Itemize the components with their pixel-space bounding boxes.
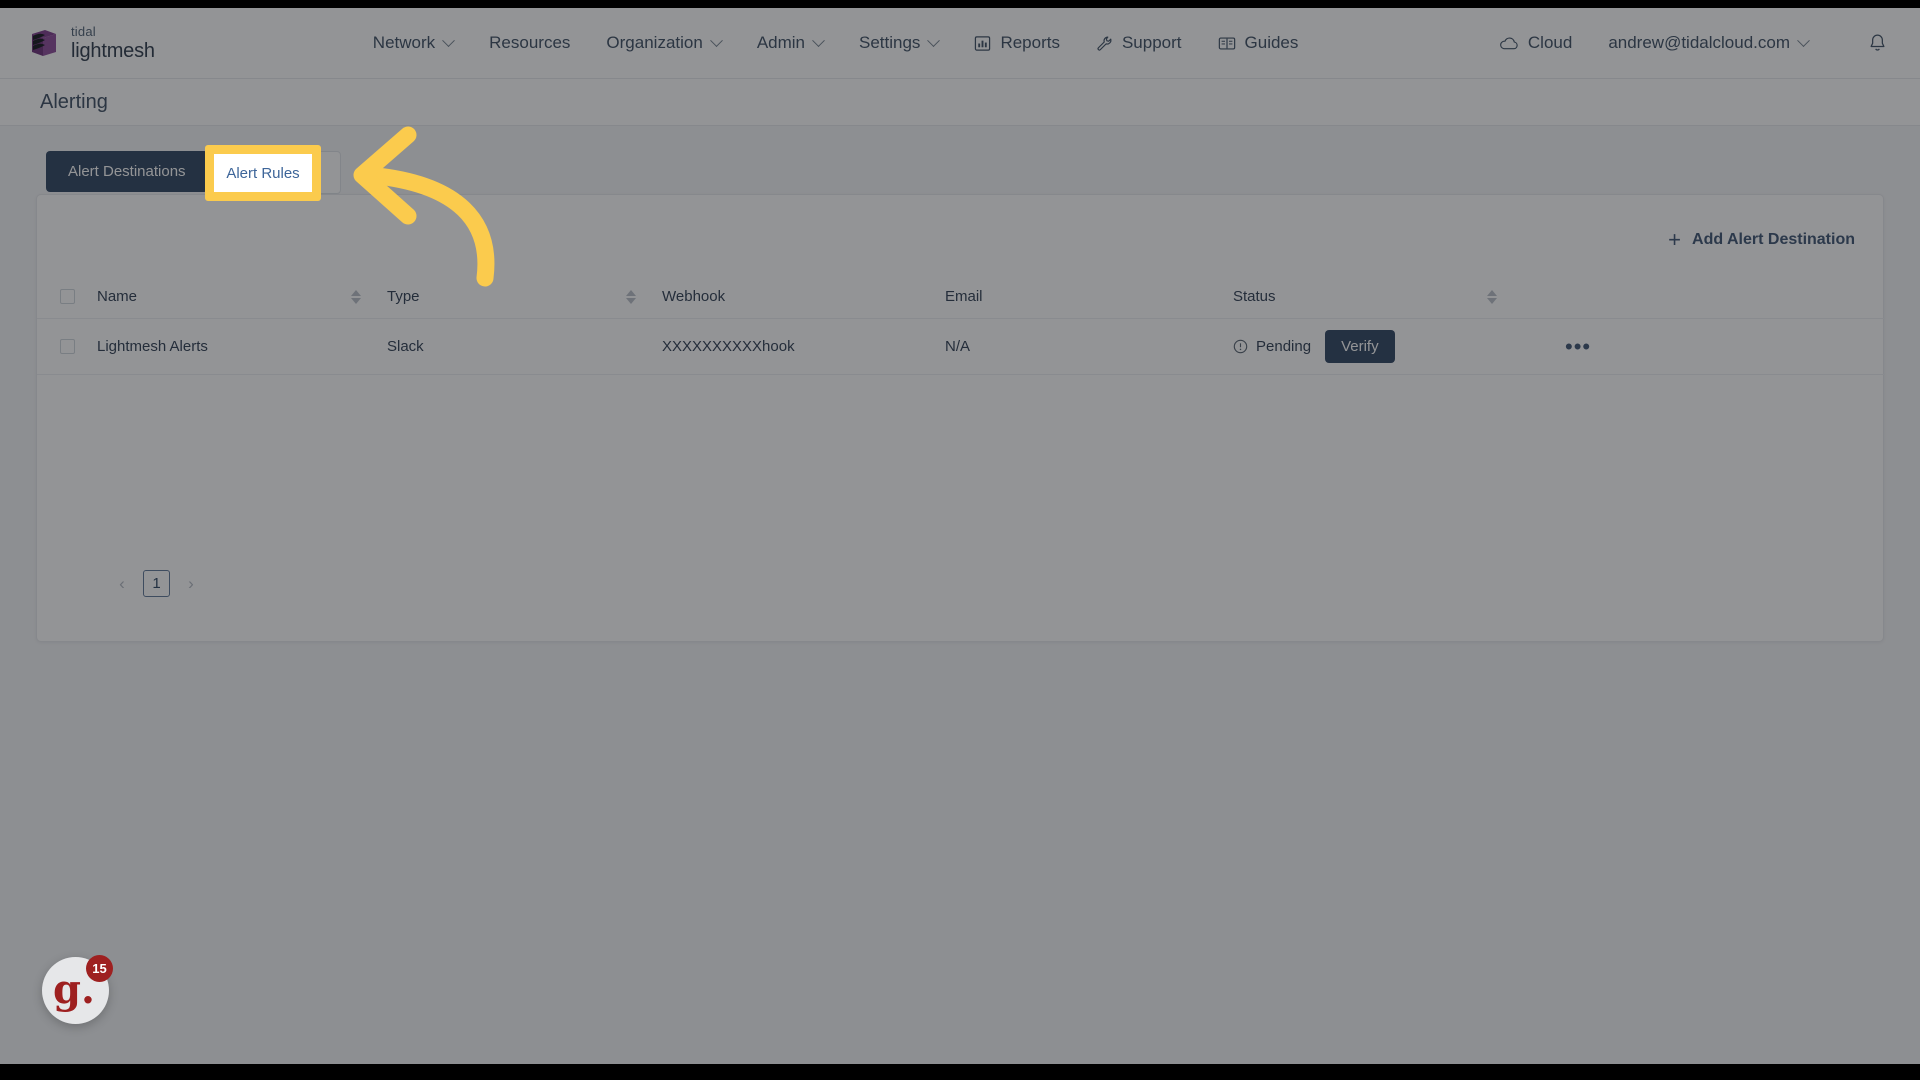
top-navigation-bar: tidal lightmesh Network Resources Organi…	[0, 8, 1920, 79]
sort-toggle-status[interactable]	[1487, 289, 1497, 304]
notifications-button[interactable]	[1860, 26, 1894, 60]
chevron-down-icon	[927, 33, 941, 47]
nav-item-admin[interactable]: Admin	[739, 27, 841, 59]
cloud-icon	[1499, 36, 1519, 51]
guidde-widget[interactable]: g. 15	[42, 955, 113, 1024]
chevron-down-icon	[812, 33, 825, 47]
sort-toggle-type[interactable]	[626, 289, 636, 304]
cell-email: N/A	[945, 338, 1233, 355]
value-type: Slack	[387, 338, 424, 355]
add-alert-destination-button[interactable]: + Add Alert Destination	[1668, 229, 1855, 251]
bell-icon	[1870, 34, 1884, 51]
value-name: Lightmesh Alerts	[97, 338, 208, 355]
nav-label-reports: Reports	[1000, 33, 1060, 52]
nav-item-support[interactable]: Support	[1078, 27, 1200, 59]
row-checkbox[interactable]	[59, 339, 75, 354]
column-label-webhook: Webhook	[662, 288, 726, 305]
nav-item-reports[interactable]: Reports	[956, 27, 1078, 59]
brand-name-top: tidal	[71, 24, 96, 39]
column-label-status: Status	[1233, 288, 1276, 305]
sort-desc-icon	[626, 297, 636, 304]
nav-label-cloud: Cloud	[1527, 33, 1573, 52]
app-viewport: tidal lightmesh Network Resources Organi…	[0, 8, 1920, 1064]
nav-item-guides[interactable]: Guides	[1200, 27, 1317, 59]
sort-desc-icon	[1487, 297, 1497, 304]
row-select-cell	[37, 339, 97, 354]
page-title-bar: Alerting	[0, 79, 1920, 126]
account-menu[interactable]: andrew@tidalcloud.com	[1590, 27, 1826, 59]
nav-item-resources[interactable]: Resources	[471, 27, 588, 59]
nav-label-network: Network	[372, 33, 436, 52]
highlighted-tab-alert-rules[interactable]: Alert Rules	[214, 154, 312, 192]
page-title: Alerting	[40, 90, 108, 113]
value-email: N/A	[945, 338, 971, 355]
chevron-down-icon	[1797, 33, 1810, 47]
column-label-name: Name	[97, 288, 138, 305]
column-header-type[interactable]: Type	[387, 288, 662, 305]
tab-label-alert-destinations: Alert Destinations	[68, 163, 186, 180]
add-alert-destination-label: Add Alert Destination	[1692, 231, 1855, 248]
page-content: Alert Destinations Alert Rules + Add Ale…	[0, 126, 1920, 1064]
guidde-badge-count: 15	[86, 955, 113, 982]
cell-type: Slack	[387, 338, 662, 355]
status-label: Pending	[1256, 338, 1312, 355]
book-icon	[1218, 35, 1236, 52]
stacked-layers-logo-icon	[32, 30, 56, 56]
nav-label-resources: Resources	[489, 33, 571, 52]
pagination-prev-button[interactable]: ‹	[109, 571, 135, 597]
column-header-email: Email	[945, 288, 1233, 305]
column-header-name[interactable]: Name	[97, 288, 387, 305]
pagination-next-button[interactable]: ›	[178, 571, 204, 597]
column-label-type: Type	[387, 288, 420, 305]
cell-name: Lightmesh Alerts	[97, 338, 387, 355]
ellipsis-icon[interactable]: •••	[1565, 335, 1591, 358]
table-header-row: Name Type Webhook Email Status	[37, 275, 1885, 319]
pagination: ‹ 1 ›	[109, 570, 204, 597]
nav-label-support: Support	[1121, 33, 1182, 52]
verify-button[interactable]: Verify	[1325, 330, 1395, 363]
nav-item-cloud[interactable]: Cloud	[1481, 27, 1590, 59]
screen: tidal lightmesh Network Resources Organi…	[0, 0, 1920, 1080]
wrench-icon	[1096, 35, 1113, 52]
sort-asc-icon	[1487, 289, 1497, 296]
plus-icon: +	[1668, 227, 1682, 252]
sort-asc-icon	[626, 289, 636, 296]
column-label-email: Email	[945, 288, 983, 305]
nav-label-guides: Guides	[1244, 33, 1299, 52]
chevron-down-icon	[442, 33, 456, 47]
sort-toggle-name[interactable]	[351, 289, 361, 304]
table-row[interactable]: Lightmesh Alerts Slack XXXXXXXXXXhook N/…	[37, 319, 1885, 375]
select-all-cell	[37, 289, 97, 304]
brand-logo[interactable]: tidal lightmesh	[28, 25, 155, 61]
alert-destinations-table: Name Type Webhook Email Status Lightmesh…	[37, 275, 1885, 375]
select-all-checkbox[interactable]	[59, 289, 75, 304]
nav-label-organization: Organization	[606, 33, 703, 52]
pagination-page-1[interactable]: 1	[143, 570, 170, 597]
nav-label-settings: Settings	[859, 33, 921, 52]
value-webhook: XXXXXXXXXXhook	[662, 338, 795, 355]
secondary-nav: Cloud andrew@tidalcloud.com	[1481, 26, 1894, 60]
column-header-status[interactable]: Status	[1233, 288, 1523, 305]
tab-alert-destinations[interactable]: Alert Destinations	[46, 151, 208, 192]
cell-actions: •••	[1523, 335, 1885, 358]
cell-webhook: XXXXXXXXXXhook	[662, 338, 945, 355]
sort-asc-icon	[351, 289, 361, 296]
nav-item-organization[interactable]: Organization	[588, 27, 738, 59]
brand-name-bottom: lightmesh	[71, 40, 155, 62]
primary-nav: Network Resources Organization Admin Set…	[355, 27, 1317, 59]
nav-item-network[interactable]: Network	[355, 27, 471, 59]
chevron-down-icon	[709, 33, 723, 47]
cell-status: Pending Verify	[1233, 330, 1523, 363]
alert-circle-icon	[1233, 339, 1248, 354]
alert-destinations-card: + Add Alert Destination Name Type Webhoo…	[36, 194, 1885, 642]
nav-item-settings[interactable]: Settings	[841, 27, 956, 59]
nav-label-admin: Admin	[756, 33, 805, 52]
column-header-webhook: Webhook	[662, 288, 945, 305]
status-badge: Pending	[1233, 338, 1311, 355]
bar-chart-icon	[974, 35, 991, 52]
sort-desc-icon	[351, 297, 361, 304]
account-email-label: andrew@tidalcloud.com	[1608, 33, 1790, 52]
